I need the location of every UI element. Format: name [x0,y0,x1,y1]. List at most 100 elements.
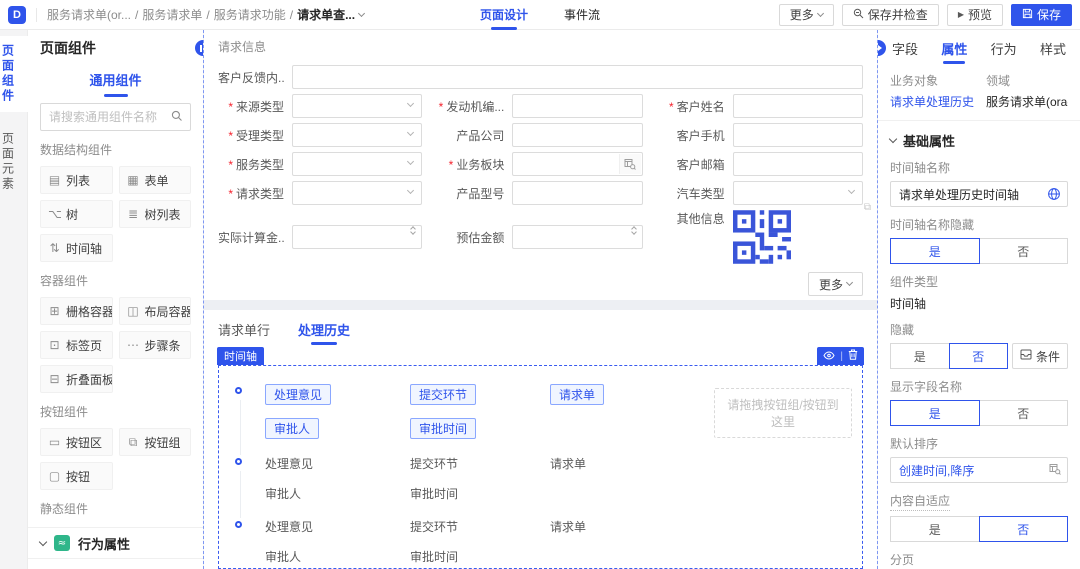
component-item-button-group[interactable]: ⧉按钮组 [119,428,192,456]
rail-tab-page-components[interactable]: 页面组件 [0,36,28,112]
business-object-link[interactable]: 请求单处理历史 [890,93,978,110]
breadcrumb-segment[interactable]: 服务请求单(or... [47,6,131,23]
rail-tab-page-elements[interactable]: 页面元素 [0,124,28,200]
component-item-steps-bar[interactable]: ⋯步骤条 [119,331,192,359]
component-item-tree[interactable]: ⌥树 [40,200,113,228]
text-input[interactable] [512,94,642,118]
tab-fields[interactable]: 字段 [892,39,918,66]
timeline-field-text: 审批时间 [410,548,550,565]
timeline-field-chip[interactable]: 处理意见 [265,384,331,405]
text-input[interactable] [733,123,863,147]
button-drop-zone[interactable]: 请拖拽按钮组/按钮到这里 [714,388,852,438]
component-item-list[interactable]: ▤列表 [40,166,113,194]
lookup-icon[interactable] [619,154,641,174]
show-field-name-option-1[interactable]: 否 [979,400,1069,426]
content-adaptive-option-1[interactable]: 否 [979,516,1069,542]
hidden-option-0[interactable]: 是 [890,343,950,369]
component-item-tab-page[interactable]: ⊡标签页 [40,331,113,359]
search-icon [171,110,183,125]
globe-icon[interactable] [1047,187,1061,204]
tab-style[interactable]: 样式 [1040,39,1066,66]
behavior-properties-header[interactable]: ≈ 行为属性 [28,527,203,559]
select-input[interactable] [292,181,422,205]
component-item-layout-container[interactable]: ◫布局容器 [119,297,192,325]
required-asterisk: * [228,129,233,143]
component-search [40,103,191,131]
lookup-input[interactable] [512,152,642,176]
content-adaptive-option-0[interactable]: 是 [890,516,980,542]
required-asterisk: * [228,187,233,201]
form-more-button[interactable]: 更多 [808,272,863,296]
collapse-right-panel-icon[interactable] [878,40,886,56]
tab-properties[interactable]: 属性 [941,39,967,66]
timeline-field-chip[interactable]: 审批时间 [410,418,476,439]
component-label: 步骤条 [145,337,181,354]
chevron-down-icon[interactable] [358,9,365,16]
tab-event-flow[interactable]: 事件流 [564,0,600,30]
component-item-button-area[interactable]: ▭按钮区 [40,428,113,456]
select-input[interactable] [733,181,863,205]
text-input[interactable] [512,123,642,147]
number-input[interactable] [292,225,422,249]
hidden-condition-button[interactable]: 条件 [1012,343,1068,369]
form-title: 请求信息 [218,38,863,55]
tab-request-lines[interactable]: 请求单行 [218,320,270,347]
trash-icon[interactable] [848,349,858,363]
select-input[interactable] [292,123,422,147]
select-input[interactable] [292,94,422,118]
property-field-hidden: 隐藏是否条件 [890,321,1068,369]
component-item-collapse-panel[interactable]: ⊟折叠面板 [40,365,113,393]
component-label: 树列表 [145,206,181,223]
component-search-input[interactable] [40,103,191,131]
number-input[interactable] [512,225,642,249]
app-logo-icon[interactable]: D [8,6,26,24]
save-button[interactable]: 保存 [1011,4,1072,26]
timeline-entry[interactable]: 处理意见提交环节请求单审批人审批时间 [235,455,850,502]
button-group-icon: ⧉ [127,435,140,450]
breadcrumb[interactable]: 服务请求单(or.../服务请求单/服务请求功能/请求单查... [47,6,364,23]
component-item-button[interactable]: ▢按钮 [40,462,113,490]
basic-properties-section[interactable]: 基础属性 [890,131,1068,150]
number-stepper[interactable] [632,230,636,234]
collapse-left-panel-icon[interactable] [195,40,203,56]
property-label: 隐藏 [890,321,914,338]
save-and-check-button[interactable]: 保存并检查 [842,4,939,26]
form-field: 预估金额 [438,210,642,264]
text-input[interactable] [292,65,863,89]
default-sort-input[interactable]: 创建时间,降序 [890,457,1068,483]
timeline-entry[interactable]: 处理意见提交环节请求单审批人审批时间 [235,518,850,565]
component-item-timeline[interactable]: ⇅时间轴 [40,234,113,262]
text-input[interactable] [733,152,863,176]
detail-tabs-card[interactable]: 请求单行 处理历史 时间轴 | 处理意见提交环节请求单审批人审批时间处理意见提交… [204,310,877,569]
timeline-component[interactable]: 处理意见提交环节请求单审批人审批时间处理意见提交环节请求单审批人审批时间处理意见… [218,365,863,569]
more-button[interactable]: 更多 [779,4,834,26]
tab-page-design[interactable]: 页面设计 [480,0,528,30]
hidden-option-1[interactable]: 否 [949,343,1009,369]
timeline-name-hidden-option-1[interactable]: 否 [979,238,1069,264]
eye-icon[interactable] [823,349,835,363]
select-input[interactable] [292,152,422,176]
breadcrumb-segment[interactable]: 请求单查... [297,6,355,23]
lookup-icon[interactable] [1049,463,1061,478]
timeline-field-chip[interactable]: 审批人 [265,418,319,439]
tab-process-history[interactable]: 处理历史 [298,320,350,347]
preview-button[interactable]: ▶预览 [947,4,1003,26]
timeline-name-input[interactable]: 请求单处理历史时间轴 [890,181,1068,207]
text-input[interactable] [512,181,642,205]
breadcrumb-segment[interactable]: 服务请求单 [142,6,202,23]
number-stepper[interactable] [411,230,415,234]
timeline-field-chip[interactable]: 提交环节 [410,384,476,405]
text-input[interactable] [733,94,863,118]
show-field-name-option-0[interactable]: 是 [890,400,980,426]
component-item-grid-container[interactable]: ⊞栅格容器 [40,297,113,325]
tab-general-components[interactable]: 通用组件 [40,64,191,93]
timeline-name-hidden-option-0[interactable]: 是 [890,238,980,264]
timeline-field-chip[interactable]: 请求单 [550,384,604,405]
breadcrumb-segment[interactable]: 服务请求功能 [214,6,286,23]
request-info-form-card[interactable]: 请求信息 客户反馈内...*来源类型*发动机编...*客户姓名*受理类型产品公司… [204,30,877,300]
design-canvas[interactable]: 请求信息 客户反馈内...*来源类型*发动机编...*客户姓名*受理类型产品公司… [203,30,878,569]
form-field: *业务板块 [438,152,642,176]
tab-behavior[interactable]: 行为 [991,39,1017,66]
component-item-form[interactable]: ▦表单 [119,166,192,194]
component-item-tree-list[interactable]: ≣树列表 [119,200,192,228]
